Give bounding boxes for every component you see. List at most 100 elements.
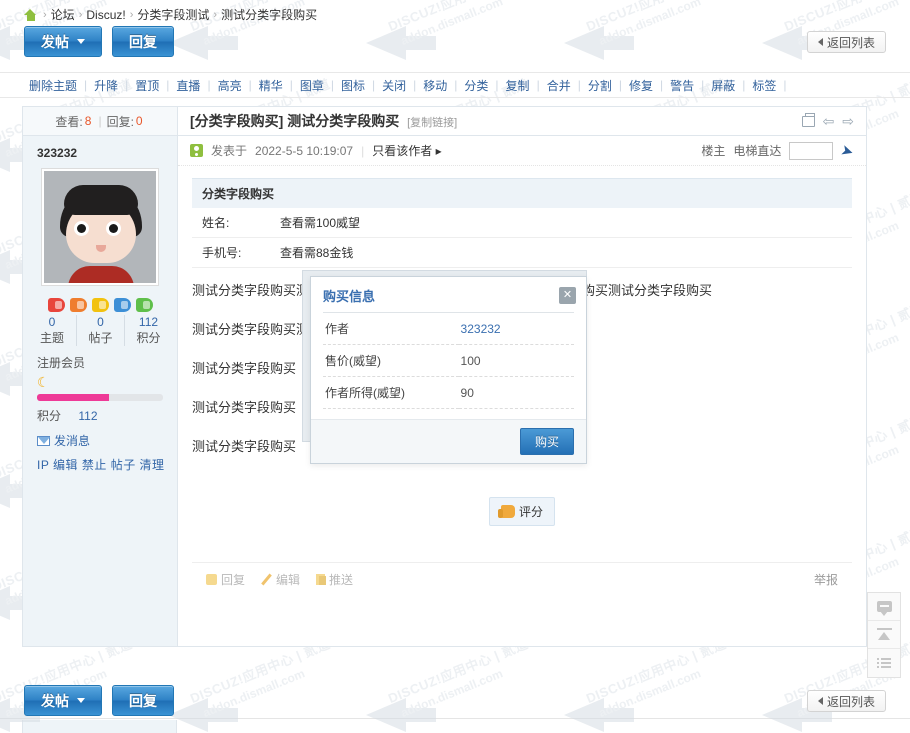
- purchase-info-table: 作者 323232 售价(威望) 100 作者所得(威望) 90: [323, 312, 574, 409]
- floor-label: 楼主: [701, 144, 726, 158]
- admin-link-1[interactable]: 编辑: [53, 458, 78, 472]
- mod-item-0[interactable]: 删除主题: [22, 77, 84, 94]
- modal-title: 购买信息: [323, 289, 376, 304]
- points-value: 112: [78, 409, 98, 423]
- mod-item-17[interactable]: 标签: [745, 77, 783, 94]
- new-post-button[interactable]: 发帖: [24, 26, 102, 57]
- footer-push-label: 推送: [329, 573, 354, 587]
- back-to-top-icon: [876, 628, 892, 641]
- mod-item-16[interactable]: 屏蔽: [704, 77, 742, 94]
- reply-button[interactable]: 回复: [112, 26, 174, 57]
- mod-item-10[interactable]: 分类: [457, 77, 495, 94]
- author-medals: [23, 298, 177, 312]
- medal-icon-1: [69, 298, 87, 312]
- counter-divider: |: [98, 114, 102, 128]
- breadcrumb-item-1[interactable]: Discuz!: [86, 8, 125, 22]
- classified-field-link[interactable]: 查看需100威望: [280, 216, 360, 230]
- classified-field-key: 手机号:: [192, 237, 270, 268]
- bottom-strip: [0, 718, 910, 733]
- envelope-icon: [37, 435, 50, 446]
- footer-edit-label: 编辑: [276, 573, 301, 587]
- purchase-info-row: 售价(威望) 100: [323, 344, 574, 377]
- classified-field-link[interactable]: 查看需88金钱: [280, 246, 353, 260]
- purchase-info-value: 90: [458, 376, 574, 409]
- classified-field-value[interactable]: 查看需88金钱: [270, 237, 852, 268]
- mod-item-3[interactable]: 直播: [169, 77, 207, 94]
- only-author-link[interactable]: 只看该作者 ▸: [372, 142, 441, 159]
- list-button[interactable]: [868, 649, 900, 677]
- new-post-button-bottom[interactable]: 发帖: [24, 685, 102, 716]
- breadcrumb-sep: ›: [213, 8, 218, 21]
- mod-item-14[interactable]: 修复: [622, 77, 660, 94]
- buy-button[interactable]: 购买: [519, 428, 574, 455]
- back-to-list-label-bottom: 返回列表: [826, 694, 875, 709]
- purchase-info-key: 作者: [323, 312, 459, 345]
- purchase-info-dialog: 购买信息 ✕ 作者 323232 售价(威望) 100 作者所得(威望) 90 购买: [310, 276, 587, 464]
- rating-label: 评分: [518, 505, 543, 519]
- replies-label: 回复:: [106, 114, 134, 129]
- thread-header: 查看: 8 | 回复: 0 [分类字段购买] 测试分类字段购买 [复制链接] ⇦…: [23, 107, 866, 136]
- mod-item-4[interactable]: 高亮: [211, 77, 249, 94]
- thumbs-up-icon: [497, 505, 515, 518]
- author-stat-label: 主题: [39, 331, 64, 345]
- author-stat-0[interactable]: 0 主题: [28, 315, 76, 346]
- admin-link-3[interactable]: 帖子: [111, 458, 136, 472]
- rating-button[interactable]: 评分: [488, 497, 555, 526]
- breadcrumb-sep: ›: [129, 8, 134, 21]
- user-icon: [190, 144, 203, 157]
- mod-item-8[interactable]: 关闭: [375, 77, 413, 94]
- post-meta-right: 楼主 电梯直达 ➤: [701, 140, 857, 161]
- jump-arrow-icon[interactable]: ➤: [839, 140, 857, 161]
- purchase-info-value: 100: [458, 344, 574, 377]
- mod-item-9[interactable]: 移动: [416, 77, 454, 94]
- footer-reply-button[interactable]: 回复: [206, 571, 245, 588]
- admin-link-4[interactable]: 清理: [140, 458, 165, 472]
- breadcrumb-sep: ›: [43, 8, 47, 21]
- replies-count: 0: [135, 114, 143, 128]
- thread-category[interactable]: [分类字段购买]: [190, 113, 283, 129]
- prev-arrow-icon[interactable]: ⇦: [823, 114, 835, 128]
- back-to-top-button[interactable]: [868, 621, 900, 649]
- admin-link-0[interactable]: IP: [37, 458, 49, 472]
- mod-item-13[interactable]: 分割: [581, 77, 619, 94]
- copy-link-button[interactable]: [复制链接]: [407, 117, 457, 129]
- rating-area: 评分: [192, 497, 852, 526]
- breadcrumb-item-3[interactable]: 测试分类字段购买: [221, 6, 317, 23]
- back-to-list-button-bottom[interactable]: 返回列表: [806, 690, 886, 712]
- admin-link-2[interactable]: 禁止: [82, 458, 107, 472]
- edit-icon: [261, 574, 272, 585]
- close-icon[interactable]: ✕: [559, 287, 576, 304]
- mod-item-15[interactable]: 警告: [663, 77, 701, 94]
- chat-icon: [876, 601, 892, 616]
- mod-item-2[interactable]: 置顶: [128, 77, 166, 94]
- mod-item-6[interactable]: 图章: [293, 77, 331, 94]
- mod-item-7[interactable]: 图标: [334, 77, 372, 94]
- mod-item-5[interactable]: 精华: [252, 77, 290, 94]
- moon-icon: ☾: [37, 374, 50, 390]
- author-stat-2[interactable]: 112 积分: [124, 315, 172, 346]
- next-arrow-icon[interactable]: ⇨: [842, 114, 854, 128]
- footer-push-button[interactable]: 推送: [316, 571, 353, 588]
- mod-item-11[interactable]: 复制: [499, 77, 537, 94]
- chevron-left-icon: [817, 697, 823, 705]
- back-to-list-button-top[interactable]: 返回列表: [806, 31, 886, 53]
- chat-button[interactable]: [868, 593, 900, 621]
- avatar[interactable]: [41, 168, 159, 286]
- elevator-input[interactable]: [789, 141, 834, 160]
- reply-button-bottom[interactable]: 回复: [112, 685, 174, 716]
- back-to-list-label: 返回列表: [826, 35, 875, 50]
- mod-item-1[interactable]: 升降: [87, 77, 125, 94]
- author-stat-1[interactable]: 0 帖子: [76, 315, 124, 346]
- footer-edit-button[interactable]: 编辑: [261, 571, 300, 588]
- home-icon[interactable]: [24, 8, 37, 21]
- author-username[interactable]: 323232: [23, 146, 177, 168]
- send-message-link[interactable]: 发消息: [37, 432, 177, 449]
- chevron-down-icon: [77, 39, 85, 44]
- breadcrumb-item-2[interactable]: 分类字段测试: [137, 6, 209, 23]
- mod-item-12[interactable]: 合并: [540, 77, 578, 94]
- classified-field-value[interactable]: 查看需100威望: [270, 208, 852, 238]
- breadcrumb-item-0[interactable]: 论坛: [51, 6, 75, 23]
- report-button[interactable]: 举报: [814, 571, 838, 588]
- print-icon[interactable]: [801, 112, 815, 127]
- modal-header: 购买信息 ✕: [311, 277, 586, 312]
